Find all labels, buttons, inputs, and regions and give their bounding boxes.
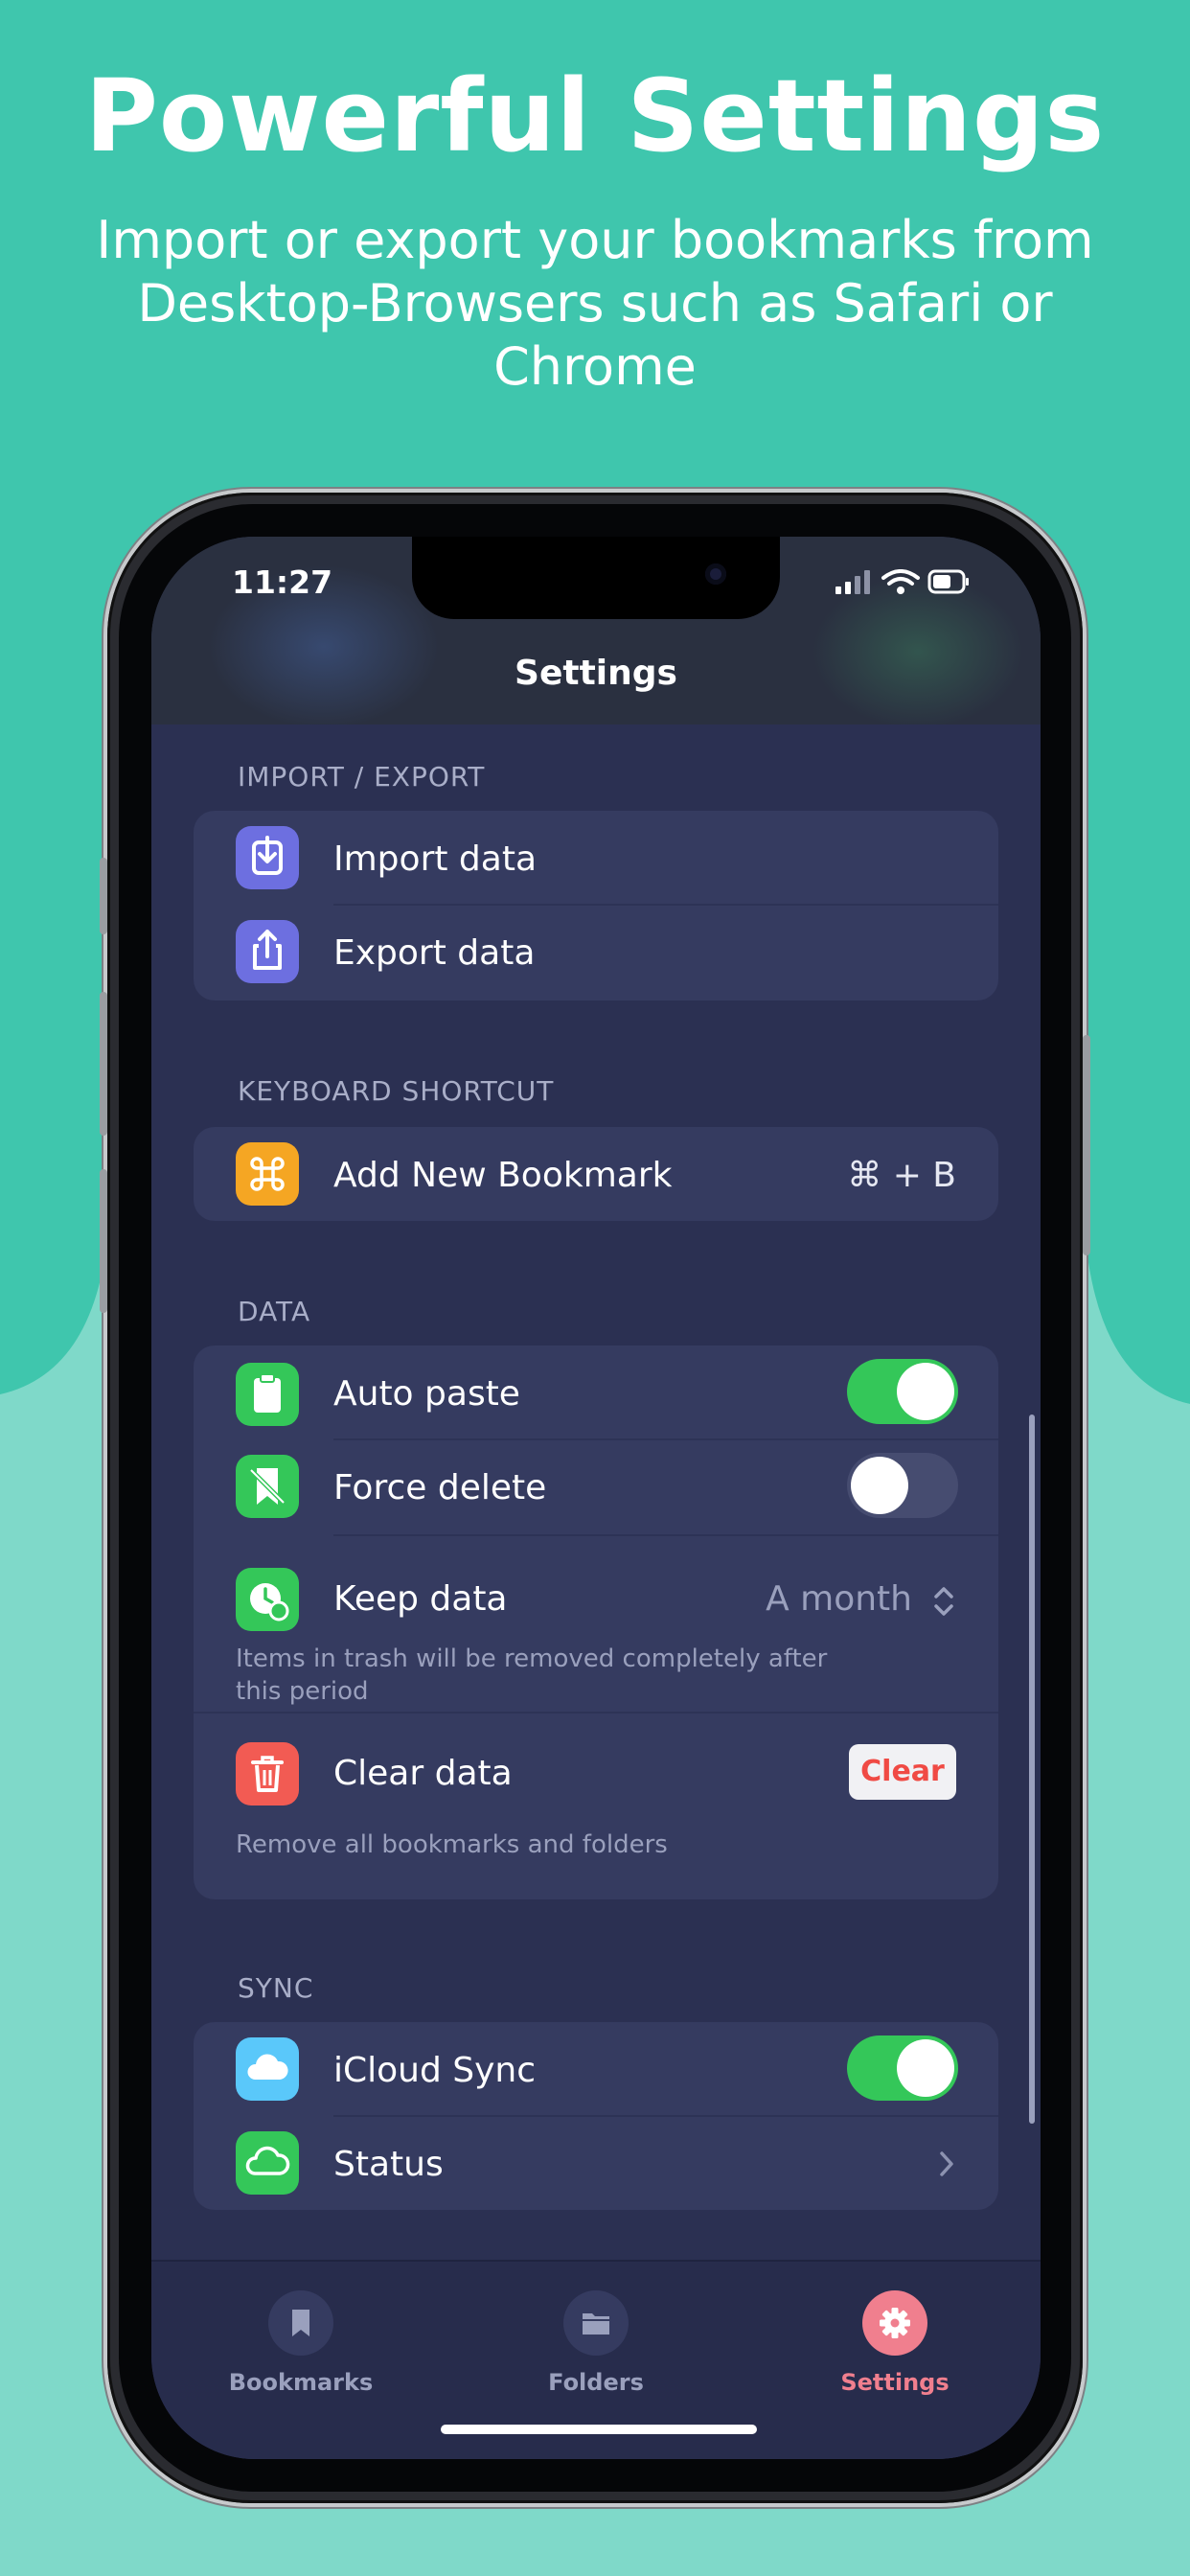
notch	[412, 537, 780, 619]
clear-data-row: Clear data Clear Remove all bookmarks an…	[194, 1715, 998, 1899]
section-header-sync: SYNC	[238, 1972, 314, 2004]
wifi-icon	[881, 569, 920, 594]
icloud-sync-row: iCloud Sync	[194, 2022, 998, 2117]
sync-status-label: Status	[333, 2145, 444, 2184]
tab-settings-label: Settings	[840, 2369, 950, 2396]
folder-icon	[563, 2290, 629, 2356]
import-export-group: Import data Export data	[194, 811, 998, 1000]
export-data-label: Export data	[333, 933, 536, 973]
keep-data-label: Keep data	[333, 1579, 508, 1619]
sync-group: iCloud Sync Status	[194, 2022, 998, 2210]
bookmark-slash-icon	[236, 1455, 299, 1518]
shortcut-value: ⌘ + B	[847, 1156, 956, 1195]
section-header-data: DATA	[238, 1296, 311, 1327]
status-time: 11:27	[232, 564, 333, 601]
chevron-right-icon	[940, 2151, 953, 2176]
home-indicator[interactable]	[441, 2425, 757, 2434]
force-delete-toggle[interactable]	[847, 1453, 958, 1518]
gear-icon	[862, 2290, 927, 2356]
clear-button[interactable]: Clear	[849, 1744, 956, 1800]
icloud-sync-label: iCloud Sync	[333, 2051, 537, 2090]
keep-data-row[interactable]: Keep data A month Items in trash will be…	[194, 1537, 998, 1714]
auto-paste-toggle[interactable]	[847, 1359, 958, 1424]
export-data-row[interactable]: Export data	[194, 907, 998, 1000]
volume-up-button	[100, 992, 107, 1136]
keep-data-note: Items in trash will be removed completel…	[236, 1644, 828, 1706]
navigation-bar: 11:27 Settings	[151, 537, 1041, 728]
page-title: Settings	[515, 654, 677, 693]
icloud-sync-toggle[interactable]	[847, 2036, 958, 2101]
import-data-row[interactable]: Import data	[194, 811, 998, 906]
up-down-chevron-icon	[934, 1587, 953, 1616]
status-icons	[835, 569, 969, 594]
command-key-icon	[236, 1142, 299, 1206]
clear-data-note: Remove all bookmarks and folders	[236, 1830, 668, 1859]
camera-icon	[705, 564, 726, 585]
add-bookmark-shortcut-row[interactable]: Add New Bookmark ⌘ + B	[194, 1127, 998, 1221]
data-group: Auto paste Force delete Keep data A mont…	[194, 1346, 998, 1899]
clock-icon	[236, 1568, 299, 1631]
trash-icon	[236, 1742, 299, 1806]
battery-icon	[927, 569, 969, 594]
clear-data-label: Clear data	[333, 1754, 513, 1793]
sync-status-row[interactable]: Status	[194, 2116, 998, 2210]
tab-folders-label: Folders	[548, 2369, 644, 2396]
mute-switch	[100, 858, 107, 934]
phone-screen: 11:27 Settings IMPORT / EXPORT Import da…	[151, 537, 1041, 2459]
cloud-outline-icon	[236, 2131, 299, 2195]
hero-title: Powerful Settings	[84, 58, 1106, 174]
keyboard-shortcut-group: Add New Bookmark ⌘ + B	[194, 1127, 998, 1221]
section-header-keyboard: KEYBOARD SHORTCUT	[238, 1075, 555, 1107]
signal-icon	[835, 570, 870, 594]
section-header-import-export: IMPORT / EXPORT	[238, 761, 486, 793]
force-delete-label: Force delete	[333, 1468, 547, 1507]
cloud-icon	[236, 2037, 299, 2101]
scroll-indicator[interactable]	[1029, 1414, 1035, 2124]
keep-data-value: A month	[766, 1579, 912, 1619]
bookmark-icon	[268, 2290, 333, 2356]
import-data-label: Import data	[333, 840, 538, 879]
volume-down-button	[100, 1169, 107, 1313]
auto-paste-label: Auto paste	[333, 1374, 520, 1414]
force-delete-row: Force delete	[194, 1441, 998, 1536]
add-bookmark-label: Add New Bookmark	[333, 1156, 673, 1195]
export-icon	[236, 920, 299, 983]
power-button	[1083, 1035, 1090, 1255]
import-icon	[236, 826, 299, 889]
auto-paste-row: Auto paste	[194, 1346, 998, 1440]
hero-subtitle: Import or export your bookmarks from Des…	[96, 210, 1094, 397]
clipboard-icon	[236, 1363, 299, 1426]
settings-list: IMPORT / EXPORT Import data Export data …	[151, 724, 1041, 2300]
tab-bookmarks-label: Bookmarks	[228, 2369, 374, 2396]
